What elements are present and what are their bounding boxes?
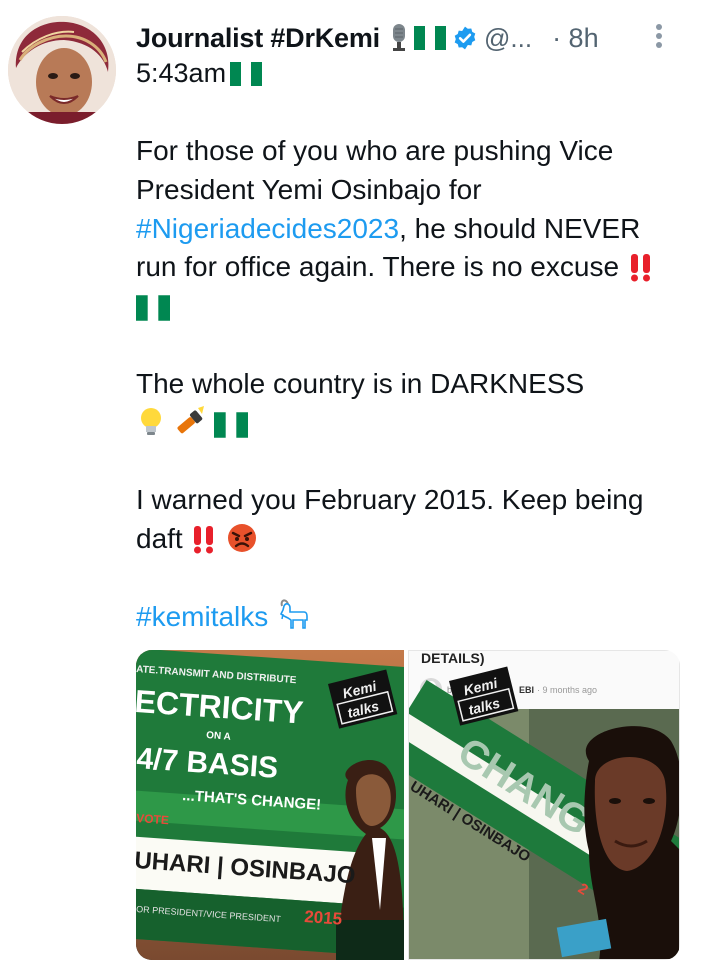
billboard-year: 2015 xyxy=(304,907,343,929)
article-author: EBI xyxy=(519,685,534,695)
double-exclamation-icon xyxy=(194,525,214,554)
display-name-subline: 5:43am xyxy=(136,58,263,89)
tweet-timestamp[interactable]: · 8h xyxy=(552,23,599,54)
light-bulb-icon xyxy=(141,407,161,435)
article-screenshot-image: DETAILS) b EBI · 9 months ago CHANG UHAR… xyxy=(409,651,679,959)
nigeria-flag-icon xyxy=(230,61,263,86)
more-options-icon[interactable] xyxy=(654,22,664,52)
avatar-image xyxy=(8,16,116,124)
author-name[interactable]: Journalist #DrKemi xyxy=(136,23,380,54)
author-avatar[interactable] xyxy=(8,16,116,124)
tweet-paragraph-1: For those of you who are pushing Vice Pr… xyxy=(136,132,686,326)
subline-time: 5:43am xyxy=(136,58,227,88)
media-image-article[interactable]: DETAILS) b EBI · 9 months ago CHANG UHAR… xyxy=(408,650,680,960)
angry-face-icon xyxy=(228,523,257,552)
article-header: DETAILS) xyxy=(421,651,485,666)
tweet-paragraph-3: I warned you February 2015. Keep being d… xyxy=(136,481,686,559)
author-handle[interactable]: @... xyxy=(484,23,532,54)
tweet-text: For those of you who are pushing Vice Pr… xyxy=(136,132,686,675)
microphone-icon xyxy=(392,24,405,51)
verified-badge-icon xyxy=(454,26,476,50)
media-image-billboard[interactable]: ATE.TRANSMIT AND DISTRIBUTE ECTRICITY ON… xyxy=(136,650,404,960)
tweet-paragraph-2: The whole country is in DARKNESS xyxy=(136,365,686,443)
nigeria-flag-icon xyxy=(136,295,170,321)
nigeria-flag-icon xyxy=(413,26,446,50)
article-time: · 9 months ago xyxy=(537,685,597,695)
hashtag-link[interactable]: #Nigeriadecides2023 xyxy=(136,213,399,244)
billboard-image: ATE.TRANSMIT AND DISTRIBUTE ECTRICITY ON… xyxy=(136,650,404,960)
nigeria-flag-icon xyxy=(213,411,248,438)
tweet-header: Journalist #DrKemi @... · 8h xyxy=(136,18,696,58)
tweet-paragraph-4: #kemitalks xyxy=(136,598,686,637)
goat-icon xyxy=(280,598,308,629)
tweet-media-grid[interactable]: ATE.TRANSMIT AND DISTRIBUTE ECTRICITY ON… xyxy=(136,650,680,960)
billboard-line-3: ON A xyxy=(206,730,231,743)
flashlight-icon xyxy=(177,405,204,433)
tweet-text-segment: The whole country is in DARKNESS xyxy=(136,367,585,399)
billboard-line-6: VOTE xyxy=(136,811,169,827)
double-exclamation-icon xyxy=(630,254,650,282)
tweet-text-segment: For those of you who are pushing Vice Pr… xyxy=(136,135,614,205)
hashtag-link[interactable]: #kemitalks xyxy=(136,601,268,632)
